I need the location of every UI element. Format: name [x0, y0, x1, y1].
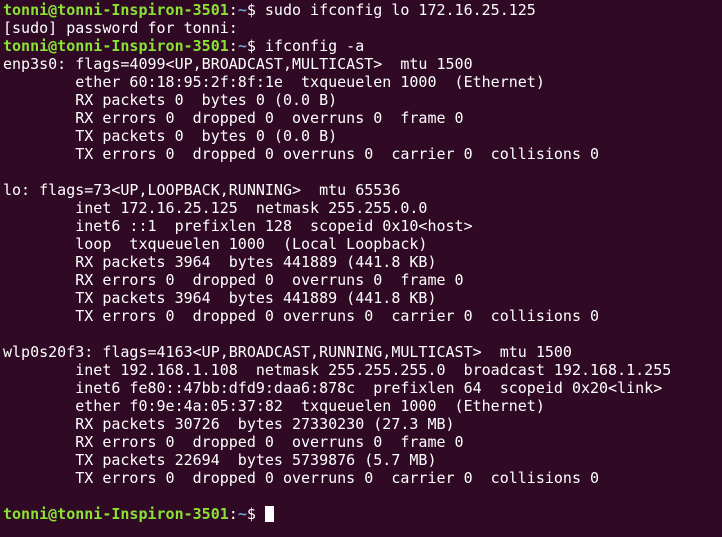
- prompt-user-host: tonni@tonni-Inspiron-3501: [3, 37, 229, 55]
- output-line: RX errors 0 dropped 0 overruns 0 frame 0: [3, 433, 464, 451]
- prompt-line: tonni@tonni-Inspiron-3501:~$: [0, 505, 722, 523]
- output-line: inet 172.16.25.125 netmask 255.255.0.0: [3, 199, 428, 217]
- prompt-symbol: $: [246, 37, 256, 55]
- output-line: TX packets 3964 bytes 441889 (441.8 KB): [3, 289, 437, 307]
- terminal-window[interactable]: tonni@tonni-Inspiron-3501:~$ sudo ifconf…: [0, 0, 722, 537]
- output-line: ether f0:9e:4a:05:37:82 txqueuelen 1000 …: [3, 397, 545, 415]
- output-line: inet6 fe80::47bb:dfd9:daa6:878c prefixle…: [3, 379, 663, 397]
- output-line: TX packets 0 bytes 0 (0.0 B): [3, 127, 338, 145]
- output-line: inet 192.168.1.108 netmask 255.255.255.0…: [3, 361, 672, 379]
- prompt-user-host: tonni@tonni-Inspiron-3501: [3, 505, 229, 523]
- output-line: TX packets 22694 bytes 5739876 (5.7 MB): [3, 451, 437, 469]
- output-line: RX errors 0 dropped 0 overruns 0 frame 0: [3, 109, 464, 127]
- command-text: sudo ifconfig lo 172.16.25.125: [255, 1, 536, 19]
- output-line: wlp0s20f3: flags=4163<UP,BROADCAST,RUNNI…: [3, 343, 572, 361]
- output-line: loop txqueuelen 1000 (Local Loopback): [3, 235, 428, 253]
- output-line: TX errors 0 dropped 0 overruns 0 carrier…: [3, 469, 600, 487]
- output-line: inet6 ::1 prefixlen 128 scopeid 0x10<hos…: [3, 217, 473, 235]
- terminal-cursor[interactable]: [264, 506, 274, 522]
- output-line: lo: flags=73<UP,LOOPBACK,RUNNING> mtu 65…: [3, 181, 401, 199]
- output-line: RX packets 3964 bytes 441889 (441.8 KB): [3, 253, 437, 271]
- prompt-line: tonni@tonni-Inspiron-3501:~$ ifconfig -a: [0, 37, 722, 55]
- output-line: [sudo] password for tonni:: [3, 19, 238, 37]
- prompt-line: tonni@tonni-Inspiron-3501:~$ sudo ifconf…: [0, 1, 722, 19]
- prompt-path: ~: [237, 1, 247, 19]
- output-line: RX errors 0 dropped 0 overruns 0 frame 0: [3, 271, 464, 289]
- output-line: RX packets 30726 bytes 27330230 (27.3 MB…: [3, 415, 455, 433]
- prompt-colon: :: [228, 1, 238, 19]
- output-line: ether 60:18:95:2f:8f:1e txqueuelen 1000 …: [3, 73, 545, 91]
- prompt-path: ~: [237, 37, 247, 55]
- command-text: ifconfig -a: [255, 37, 365, 55]
- output-line: TX errors 0 dropped 0 overruns 0 carrier…: [3, 145, 600, 163]
- command-text: [256, 505, 265, 523]
- output-line: TX errors 0 dropped 0 overruns 0 carrier…: [3, 307, 600, 325]
- prompt-symbol: $: [246, 505, 256, 523]
- output-line: RX packets 0 bytes 0 (0.0 B): [3, 91, 338, 109]
- prompt-colon: :: [228, 505, 238, 523]
- prompt-user-host: tonni@tonni-Inspiron-3501: [3, 1, 229, 19]
- prompt-path: ~: [237, 505, 247, 523]
- output-line: enp3s0: flags=4099<UP,BROADCAST,MULTICAS…: [3, 55, 473, 73]
- prompt-colon: :: [228, 37, 238, 55]
- prompt-symbol: $: [246, 1, 256, 19]
